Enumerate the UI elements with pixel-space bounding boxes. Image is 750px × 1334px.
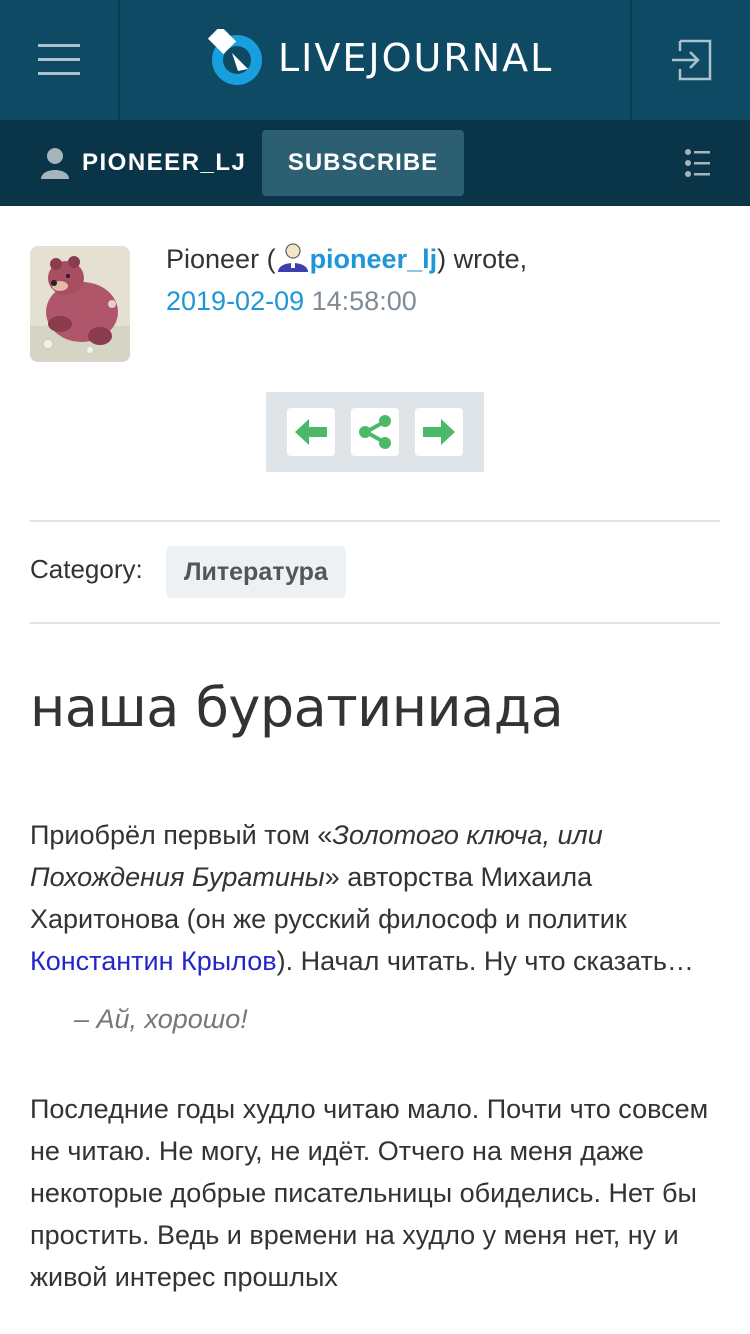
wrote-text: ) wrote, <box>437 244 528 274</box>
logo-text: LIVEJOURNAL <box>278 36 554 80</box>
entry-time: 14:58:00 <box>304 286 417 316</box>
divider <box>30 520 720 522</box>
entry-datetime: 2019-02-09 14:58:00 <box>166 280 527 322</box>
journal-user-link[interactable]: PIONEER_LJ <box>40 120 246 206</box>
entry-paragraph: Последние годы худло читаю мало. Почти ч… <box>30 1094 709 1292</box>
livejournal-pencil-icon <box>208 29 262 85</box>
entry-meta: Pioneer ( pioneer_lj) wrote, 2019-02-09 … <box>166 238 527 322</box>
previous-entry-button[interactable] <box>287 408 335 456</box>
entry-paragraph: Приобрёл первый том «Золотого ключа, или… <box>30 814 720 982</box>
journal-username: PIONEER_LJ <box>82 149 247 176</box>
arrow-left-icon <box>295 419 327 445</box>
hamburger-icon <box>38 44 80 75</box>
login-button[interactable] <box>630 0 750 120</box>
livejournal-logo[interactable]: LIVEJOURNAL <box>208 28 553 88</box>
journal-bar: PIONEER_LJ SUBSCRIBE <box>0 120 750 206</box>
next-entry-button[interactable] <box>415 408 463 456</box>
category-label: Category: <box>30 554 143 584</box>
author-ljuser-link[interactable]: pioneer_lj <box>310 244 438 274</box>
arrow-right-icon <box>423 419 455 445</box>
menu-button[interactable] <box>0 0 120 120</box>
share-icon <box>359 415 391 449</box>
entries-list-button[interactable] <box>684 120 710 206</box>
share-button[interactable] <box>351 408 399 456</box>
category-tag[interactable]: Литература <box>166 546 346 598</box>
entry-date-link[interactable]: 2019-02-09 <box>166 286 304 316</box>
winnie-the-pooh-userpic <box>30 246 130 362</box>
author-link[interactable]: Константин Крылов <box>30 946 277 976</box>
entry-quote: – Ай, хорошо! <box>74 1004 248 1034</box>
divider <box>30 622 720 624</box>
list-icon <box>685 149 710 177</box>
ljuser-icon[interactable] <box>276 242 310 272</box>
entry-navigation <box>266 392 484 472</box>
entry-title: наша буратиниада <box>30 676 564 739</box>
text-span: Приобрёл первый том « <box>30 820 333 850</box>
subscribe-button[interactable]: SUBSCRIBE <box>262 130 464 196</box>
author-avatar[interactable] <box>30 246 130 362</box>
entry-author-line: Pioneer ( pioneer_lj) wrote, <box>166 238 527 280</box>
login-icon <box>672 39 712 81</box>
author-name: Pioneer ( <box>166 244 276 274</box>
top-bar: LIVEJOURNAL <box>0 0 750 120</box>
user-icon <box>41 148 69 179</box>
text-span: ). Начал читать. Ну что сказать… <box>276 946 694 976</box>
entry-body: Приобрёл первый том «Золотого ключа, или… <box>30 814 720 1298</box>
